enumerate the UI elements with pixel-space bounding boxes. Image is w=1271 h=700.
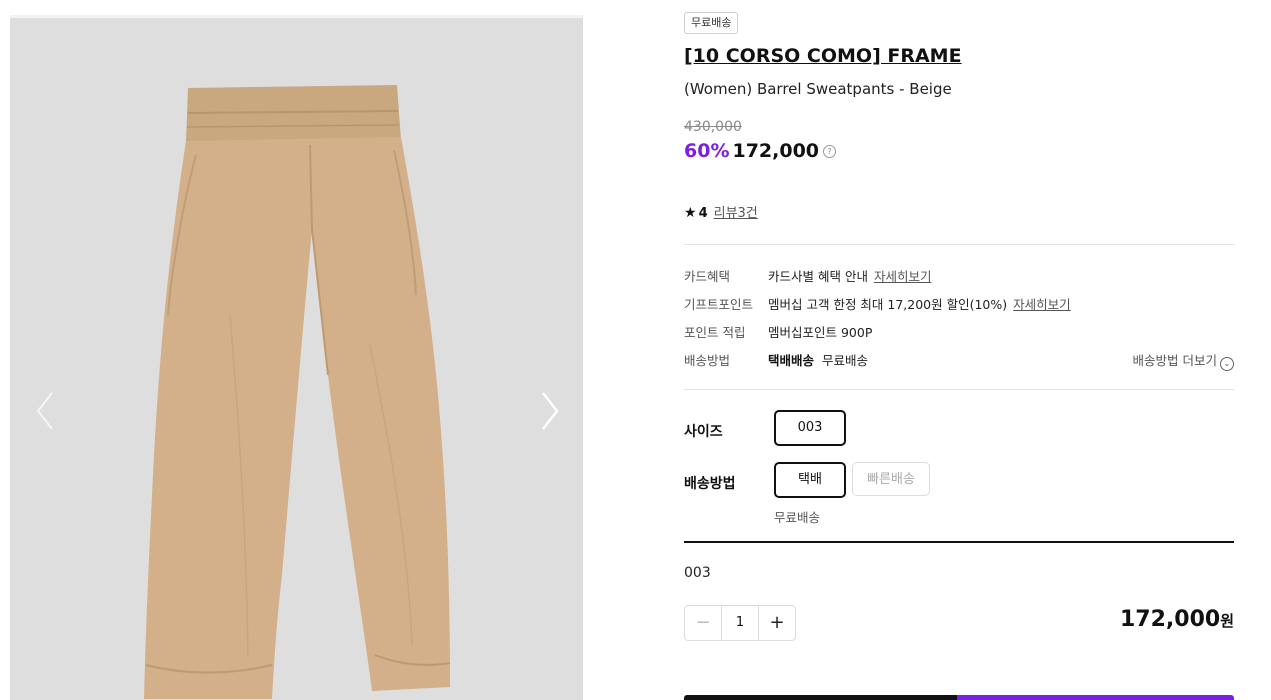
plus-icon[interactable]: +: [758, 606, 795, 640]
original-price: 430,000: [684, 119, 742, 135]
discount-rate: 60%: [684, 140, 730, 162]
shipping-more-label: 배송방법 더보기: [1132, 353, 1217, 368]
shipping-option-express[interactable]: 빠른배송: [852, 462, 930, 496]
shipping-fee: 무료배송: [822, 353, 869, 368]
benefit-label: 카드혜택: [684, 269, 731, 284]
buy-now-button[interactable]: [957, 695, 1234, 700]
brand-link[interactable]: [10 CORSO COMO] FRAME: [684, 45, 962, 67]
selected-option-name: 003: [684, 565, 711, 581]
total-amount: 172,000: [1119, 607, 1221, 632]
divider: [684, 244, 1234, 245]
product-image-gallery: [10, 15, 583, 700]
benefit-label: 배송방법: [684, 353, 731, 368]
rating-score: 4: [698, 206, 708, 221]
divider-dark: [684, 541, 1234, 543]
benefit-value: 멤버십포인트 900P: [768, 325, 873, 340]
benefit-label: 포인트 적립: [684, 325, 746, 340]
shipping-more-button[interactable]: 배송방법 더보기 ⌄: [1133, 350, 1234, 371]
gift-point-detail-link[interactable]: 자세히보기: [1013, 297, 1071, 312]
divider: [684, 389, 1234, 390]
currency-unit: 원: [1220, 612, 1234, 630]
quantity-input[interactable]: [722, 606, 758, 640]
benefit-value: 카드사별 혜택 안내 자세히보기: [768, 266, 931, 285]
price-row: 60% 172,000?: [684, 140, 837, 162]
sale-price: 172,000: [732, 140, 820, 162]
benefit-value: 멤버십 고객 한정 최대 17,200원 할인(10%) 자세히보기: [768, 294, 1071, 313]
shipping-option-label: 배송방법: [684, 476, 736, 492]
cart-button[interactable]: [684, 695, 957, 700]
purchase-button-bar: [684, 695, 1234, 700]
product-image: [144, 85, 451, 699]
benefit-text: 카드사별 혜택 안내: [768, 269, 868, 284]
benefit-value: 택배배송 무료배송: [768, 350, 868, 369]
card-benefit-detail-link[interactable]: 자세히보기: [874, 269, 932, 284]
total-price: 172,000원: [1120, 607, 1234, 632]
minus-icon[interactable]: −: [685, 606, 722, 640]
chevron-left-icon[interactable]: [30, 387, 60, 435]
benefit-text: 멤버십 고객 한정 최대 17,200원 할인(10%): [768, 297, 1008, 312]
rating-row: ★ 4 리뷰3건: [684, 202, 758, 221]
shipping-option-parcel[interactable]: 택배: [774, 462, 846, 498]
size-option-003[interactable]: 003: [774, 410, 846, 446]
chevron-right-icon[interactable]: [535, 387, 565, 435]
size-label: 사이즈: [684, 424, 723, 440]
shipping-method: 택배배송: [768, 353, 815, 368]
product-name: (Women) Barrel Sweatpants - Beige: [684, 80, 952, 98]
question-icon[interactable]: ?: [823, 145, 837, 158]
star-icon: ★: [684, 205, 697, 221]
shipping-note: 무료배송: [774, 510, 821, 525]
free-shipping-badge: 무료배송: [684, 12, 739, 34]
review-count-link[interactable]: 리뷰3건: [714, 206, 758, 221]
quantity-stepper: − +: [684, 605, 796, 641]
benefit-label: 기프트포인트: [684, 297, 754, 312]
chevron-down-circle-icon: ⌄: [1220, 357, 1234, 371]
